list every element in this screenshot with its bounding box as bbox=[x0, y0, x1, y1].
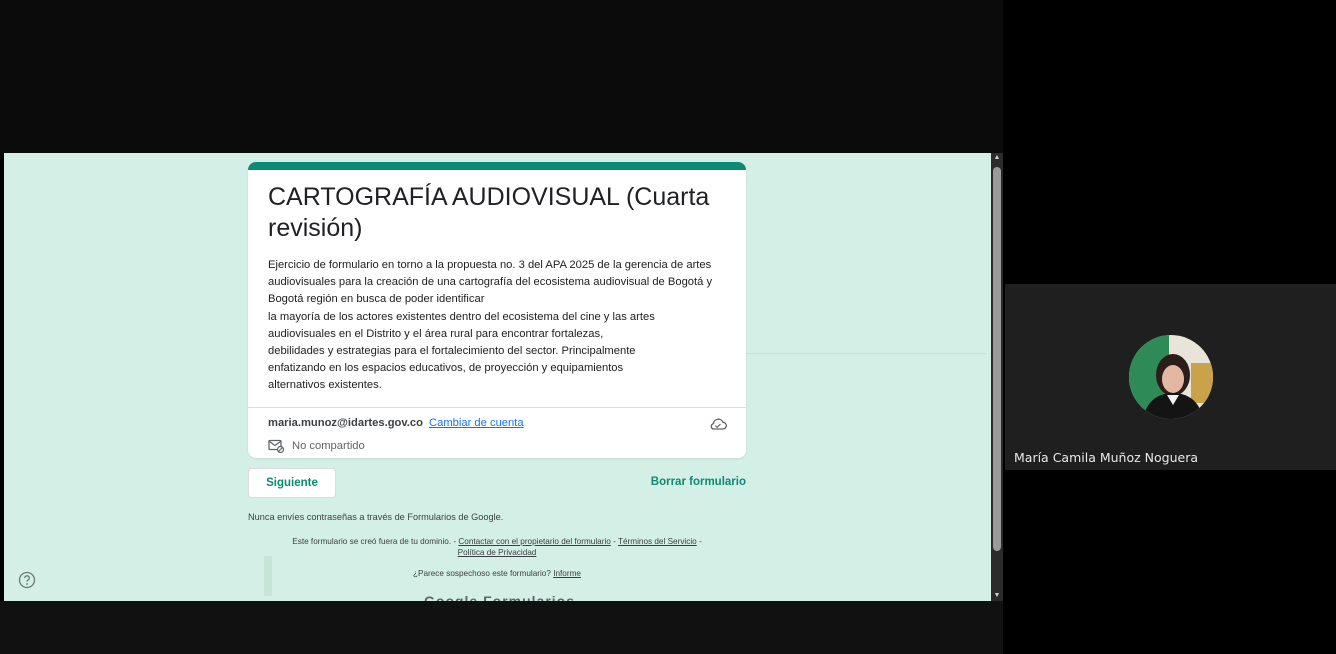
shared-screen-top-area bbox=[0, 0, 1003, 153]
privacy-link[interactable]: Política de Privacidad bbox=[458, 548, 537, 557]
report-link[interactable]: Informe bbox=[553, 569, 581, 578]
background-divider bbox=[746, 353, 986, 354]
meeting-window: CARTOGRAFÍA AUDIOVISUAL (Cuarta revisión… bbox=[0, 0, 1336, 654]
separator: - bbox=[698, 537, 702, 546]
clear-form-button[interactable]: Borrar formulario bbox=[644, 473, 746, 491]
suspicious-text: ¿Parece sospechoso este formulario? bbox=[413, 569, 551, 578]
suspicious-row: ¿Parece sospechoso este formulario? Info… bbox=[248, 569, 746, 578]
shared-screen-bottom-area bbox=[0, 601, 1003, 654]
next-button[interactable]: Siguiente bbox=[248, 468, 336, 498]
scrollbar[interactable]: ▲ ▼ bbox=[991, 153, 1003, 601]
shared-screen: CARTOGRAFÍA AUDIOVISUAL (Cuarta revisión… bbox=[4, 153, 1003, 601]
shared-status-row: No compartido bbox=[268, 439, 365, 453]
participant-avatar bbox=[1129, 335, 1213, 419]
cloud-icon[interactable] bbox=[708, 416, 728, 432]
not-shared-icon bbox=[268, 439, 284, 453]
participant-tile[interactable]: María Camila Muñoz Noguera bbox=[1005, 284, 1336, 470]
form-title: CARTOGRAFÍA AUDIOVISUAL (Cuarta revisión… bbox=[268, 183, 710, 242]
card-divider bbox=[248, 407, 746, 408]
contact-owner-link[interactable]: Contactar con el propietario del formula… bbox=[458, 537, 610, 546]
password-warning: Nunca envíes contraseñas a través de For… bbox=[248, 512, 504, 522]
form-header-card: CARTOGRAFÍA AUDIOVISUAL (Cuarta revisión… bbox=[248, 162, 746, 458]
google-forms-brand: Google Formularios bbox=[424, 593, 576, 601]
footer-links: Este formulario se creó fuera de tu domi… bbox=[248, 536, 746, 558]
scroll-down-arrow-icon[interactable]: ▼ bbox=[991, 591, 1003, 601]
scroll-thumb[interactable] bbox=[993, 167, 1001, 551]
shared-status-text: No compartido bbox=[292, 440, 365, 452]
scroll-up-arrow-icon[interactable]: ▲ bbox=[991, 153, 1003, 163]
help-icon[interactable] bbox=[18, 571, 36, 589]
account-row: maria.munoz@idartes.gov.co Cambiar de cu… bbox=[268, 417, 524, 429]
terms-link[interactable]: Términos del Servicio bbox=[618, 537, 697, 546]
form-description: Ejercicio de formulario en torno a la pr… bbox=[268, 259, 713, 392]
account-email: maria.munoz@idartes.gov.co bbox=[268, 417, 423, 429]
card-accent-bar bbox=[248, 162, 746, 170]
participant-name: María Camila Muñoz Noguera bbox=[1014, 450, 1198, 465]
domain-note: Este formulario se creó fuera de tu domi… bbox=[292, 537, 457, 546]
switch-account-link[interactable]: Cambiar de cuenta bbox=[429, 417, 524, 429]
